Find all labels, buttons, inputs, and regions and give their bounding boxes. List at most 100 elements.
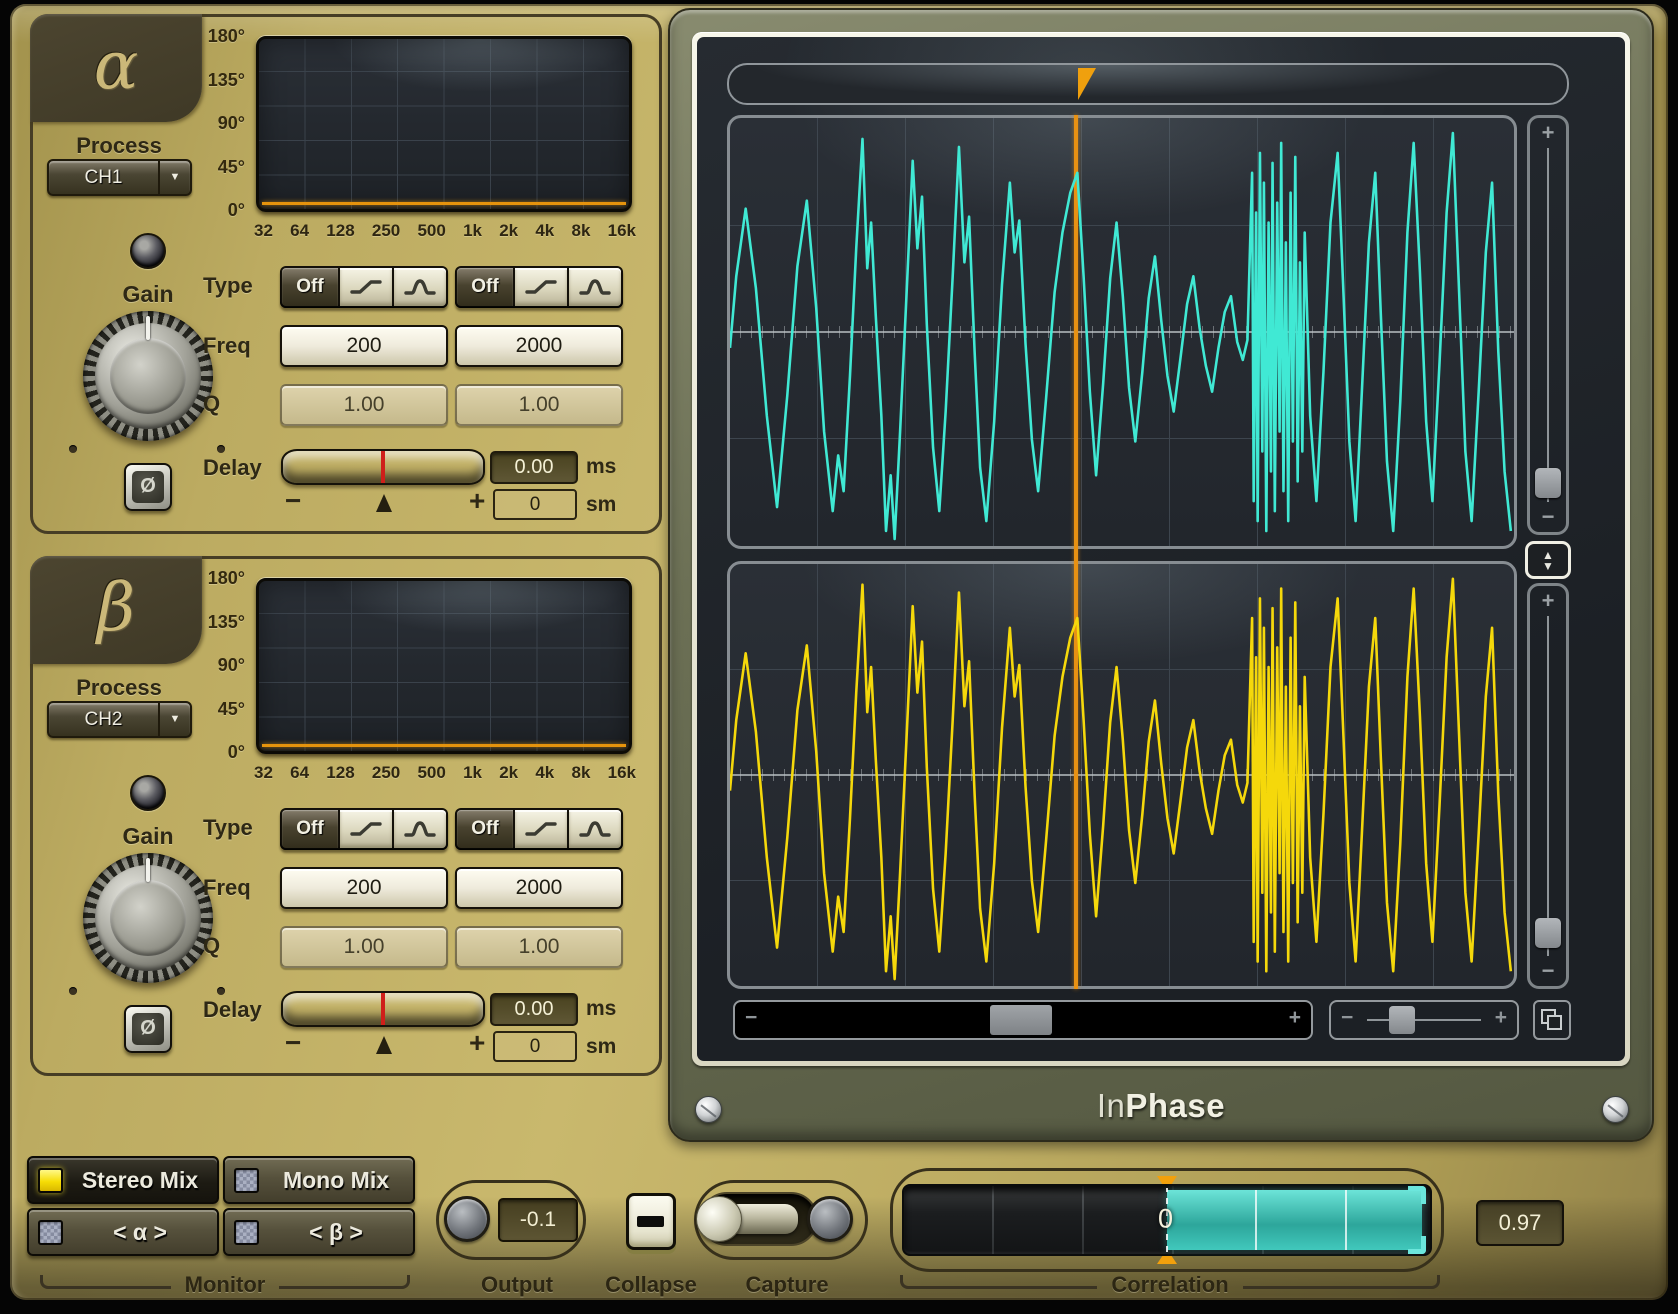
monitor-mono-mix-button[interactable]: Mono Mix: [223, 1156, 415, 1204]
output-knob[interactable]: [444, 1196, 490, 1242]
overview-strip[interactable]: [727, 63, 1569, 105]
phase-graph-beta: [256, 578, 632, 754]
x-tick: 4k: [535, 763, 554, 783]
horizontal-scrollbar[interactable]: − +: [733, 1000, 1313, 1040]
collapse-button[interactable]: [626, 1193, 676, 1250]
horizontal-zoom-slider[interactable]: − +: [1329, 1000, 1519, 1040]
y-tick: 135°: [208, 71, 245, 89]
scroll-plus-label[interactable]: +: [1289, 1006, 1301, 1030]
delay-plus-button[interactable]: +: [469, 1027, 485, 1059]
q-field-band1[interactable]: 1.00: [280, 384, 448, 426]
capture-side-button[interactable]: [807, 1196, 853, 1242]
q-field-band2[interactable]: 1.00: [455, 384, 623, 426]
link-views-button[interactable]: [1533, 1000, 1571, 1040]
process-select-alpha[interactable]: CH1 ▼: [47, 159, 192, 196]
arrow-down-icon[interactable]: ▼: [1542, 561, 1554, 571]
filter-bell-button[interactable]: [569, 810, 621, 848]
freq-field-band1[interactable]: 200: [280, 867, 448, 909]
type-label: Type: [203, 815, 279, 841]
bracket-line: [40, 1275, 171, 1289]
filter-bell-button[interactable]: [394, 268, 446, 306]
filter-shelf-button[interactable]: [340, 268, 392, 306]
waveform-display-frame: InPhase + −: [668, 8, 1654, 1142]
wave-panel-channel-b[interactable]: [727, 561, 1517, 989]
slider-track: [1547, 616, 1549, 956]
delay-sm-field[interactable]: 0: [493, 1031, 577, 1062]
q-field-band2[interactable]: 1.00: [455, 926, 623, 968]
delay-minus-button[interactable]: −: [285, 1027, 301, 1059]
monitor-alpha-button[interactable]: < α >: [27, 1208, 219, 1256]
delay-sm-field[interactable]: 0: [493, 489, 577, 520]
display-bevel: + − ▲ ▼ + − − +: [692, 32, 1630, 1066]
slider-thumb[interactable]: [1535, 468, 1561, 498]
delay-ms-field[interactable]: 0.00: [490, 451, 578, 484]
x-tick: 64: [290, 221, 309, 241]
arrow-up-icon[interactable]: ▲: [1542, 550, 1554, 560]
knob-dot: [217, 987, 225, 995]
freq-field-band1[interactable]: 200: [280, 325, 448, 367]
monitor-stereo-mix-button[interactable]: Stereo Mix: [27, 1156, 219, 1204]
phase-graph-y-axis: 180° 135° 90° 45° 0°: [173, 569, 245, 761]
waveform-channel-b: [730, 564, 1514, 986]
gain-knob-beta[interactable]: [83, 853, 213, 983]
cursor-flag-icon[interactable]: [1078, 68, 1096, 100]
y-tick: 45°: [218, 700, 245, 718]
brand-logo: InPhase: [670, 1087, 1652, 1125]
capture-lever-handle[interactable]: [696, 1196, 742, 1242]
freq-field-band2[interactable]: 2000: [455, 867, 623, 909]
led-indicator: [38, 1220, 63, 1245]
delay-wheel[interactable]: [281, 991, 485, 1027]
filter-off-button[interactable]: Off: [457, 810, 513, 848]
filter-type-group-band2: Off: [455, 266, 623, 308]
y-tick: 135°: [208, 613, 245, 631]
panel-spinner-button[interactable]: ▲ ▼: [1525, 541, 1571, 579]
scrollbar-thumb[interactable]: [990, 1005, 1052, 1035]
polarity-button-beta[interactable]: Ø: [124, 1005, 172, 1053]
monitor-section-label: Monitor: [185, 1266, 266, 1298]
scroll-minus-label[interactable]: −: [745, 1006, 757, 1030]
y-tick: 90°: [218, 656, 245, 674]
filter-off-button[interactable]: Off: [282, 268, 338, 306]
filter-bell-button[interactable]: [394, 810, 446, 848]
filter-shelf-button[interactable]: [340, 810, 392, 848]
polarity-button-alpha[interactable]: Ø: [124, 463, 172, 511]
process-select-beta[interactable]: CH2 ▼: [47, 701, 192, 738]
delay-minus-button[interactable]: −: [285, 485, 301, 517]
filter-off-button[interactable]: Off: [282, 810, 338, 848]
q-field-band1[interactable]: 1.00: [280, 926, 448, 968]
delay-wheel[interactable]: [281, 449, 485, 485]
wave-panel-channel-a[interactable]: [727, 115, 1517, 549]
zoom-out-label[interactable]: −: [1530, 958, 1566, 984]
zoom-in-label[interactable]: +: [1530, 588, 1566, 614]
vertical-zoom-slider-b[interactable]: + −: [1527, 583, 1569, 989]
knob-pointer: [146, 316, 150, 340]
output-value-field[interactable]: -0.1: [498, 1198, 578, 1242]
freq-field-band2[interactable]: 2000: [455, 325, 623, 367]
q-label: Q: [203, 391, 279, 417]
zoom-out-label[interactable]: −: [1341, 1006, 1353, 1030]
monitor-beta-button[interactable]: < β >: [223, 1208, 415, 1256]
vertical-zoom-slider-a[interactable]: + −: [1527, 115, 1569, 535]
gain-knob-alpha[interactable]: [83, 311, 213, 441]
zoom-out-label[interactable]: −: [1530, 504, 1566, 530]
slider-thumb[interactable]: [1535, 918, 1561, 948]
capture-label: Capture: [717, 1272, 857, 1298]
x-tick: 4k: [535, 221, 554, 241]
delay-plus-button[interactable]: +: [469, 485, 485, 517]
x-tick: 16k: [608, 221, 636, 241]
filter-off-button[interactable]: Off: [457, 268, 513, 306]
filter-shelf-button[interactable]: [515, 268, 567, 306]
slider-thumb[interactable]: [1389, 1006, 1415, 1034]
filter-bell-button[interactable]: [569, 268, 621, 306]
monitor-section-bracket: Monitor: [40, 1266, 410, 1298]
delay-ms-field[interactable]: 0.00: [490, 993, 578, 1026]
filter-shelf-button[interactable]: [515, 810, 567, 848]
y-tick: 0°: [228, 743, 245, 761]
zoom-in-label[interactable]: +: [1495, 1006, 1507, 1030]
ms-unit-label: ms: [586, 997, 636, 1021]
delay-pointer-icon: [376, 1036, 392, 1054]
ms-unit-label: ms: [586, 455, 636, 479]
zoom-in-label[interactable]: +: [1530, 120, 1566, 146]
gain-led: [130, 233, 166, 269]
shelf-curve-icon: [524, 819, 558, 839]
